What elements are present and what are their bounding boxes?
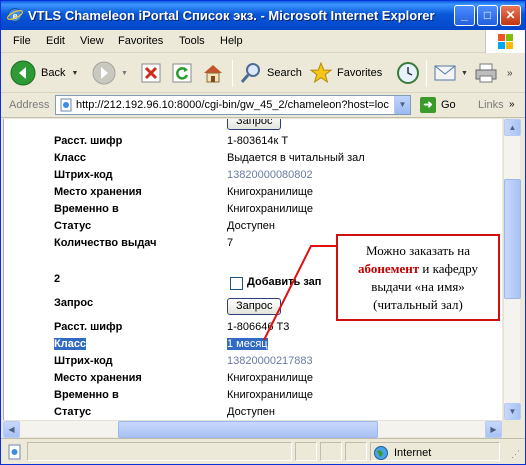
zone-label: Internet — [394, 447, 432, 459]
resize-grip-icon[interactable]: ⋰ — [511, 449, 520, 460]
scroll-down-icon[interactable]: ▼ — [504, 403, 521, 420]
callout-line: (читальный зал) — [373, 297, 463, 312]
callout-note: Можно заказать на абонемент и кафедру вы… — [336, 234, 500, 321]
callout-line: выдачи «на имя» — [371, 279, 465, 294]
callout-line: Можно заказать на — [365, 243, 471, 258]
callout-arrow — [263, 245, 336, 341]
scroll-right-icon[interactable]: ▶ — [485, 421, 502, 438]
security-zone: Internet — [373, 445, 431, 461]
horizontal-scrollbar[interactable]: ◀ ▶ — [3, 420, 502, 438]
globe-icon — [374, 446, 388, 460]
status-pane — [345, 442, 367, 461]
status-bar: Internet ⋰ — [1, 438, 525, 464]
status-pane — [320, 442, 342, 461]
scroll-up-icon[interactable]: ▲ — [504, 119, 521, 136]
page-status-icon — [8, 444, 21, 460]
status-pane — [295, 442, 317, 461]
scroll-left-icon[interactable]: ◀ — [3, 421, 20, 438]
vertical-scrollbar[interactable]: ▲ ▼ — [503, 119, 521, 420]
callout-highlight: абонемент — [358, 261, 420, 276]
scrollbar-corner — [503, 420, 520, 437]
callout-line-rest: и кафедру — [419, 261, 478, 276]
status-text-pane — [27, 442, 292, 461]
callout-line: абонемент и кафедру — [338, 260, 498, 278]
horizontal-scroll-thumb[interactable] — [118, 421, 378, 438]
vertical-scroll-thumb[interactable] — [504, 179, 521, 299]
browser-window: e VTLS Chameleon iPortal Список экз. - M… — [0, 0, 526, 465]
